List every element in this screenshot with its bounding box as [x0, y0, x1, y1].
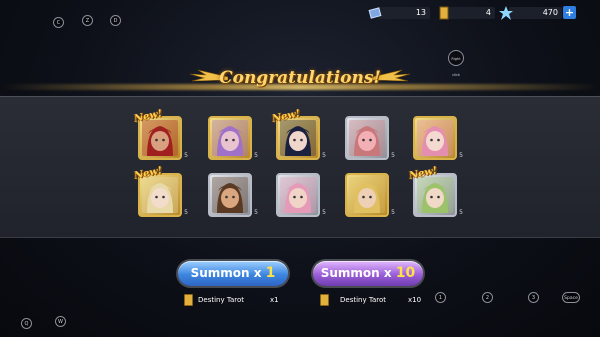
red-hooded-warrior-portrait: [142, 120, 178, 156]
card-star-level: 5: [391, 209, 395, 216]
summon-x1-cost: Destiny Tarot x1: [184, 294, 284, 306]
hotkey-right-click: Right click: [448, 50, 464, 77]
card-star-level: 5: [459, 209, 463, 216]
summon-x1-cost-qty: x1: [270, 296, 279, 304]
result-card[interactable]: 5 New!: [271, 108, 326, 160]
card-star-level: 5: [254, 152, 258, 159]
hotkey-c: C: [53, 17, 64, 28]
currency-tarot: 4: [437, 6, 495, 20]
summon-x10-cost: Destiny Tarot x10: [320, 294, 424, 306]
currency-ticket-value: 13: [415, 8, 426, 17]
summon-x10-button[interactable]: Summon x 10: [313, 261, 423, 286]
summon-x1-label: Summon x: [190, 266, 262, 280]
purple-haired-girl-portrait: [212, 120, 248, 156]
blonde-nun-portrait: [142, 177, 178, 213]
summon-x10-cost-qty: x10: [408, 296, 422, 304]
card-star-level: 5: [322, 209, 326, 216]
currency-ticket: 13: [368, 6, 430, 20]
hotkey-2: 2: [482, 292, 493, 303]
summon-x1-button[interactable]: Summon x 1: [178, 261, 288, 286]
blonde-eyepatch-woman-portrait: [349, 177, 385, 213]
result-card[interactable]: 5 New!: [133, 165, 188, 217]
result-card[interactable]: 5 New!: [408, 165, 463, 217]
cowboy-hat-man-portrait: [212, 177, 248, 213]
congratulations-title: Congratulations!: [219, 68, 381, 88]
add-currency-button[interactable]: +: [563, 6, 576, 19]
hotkey-z: Z: [82, 15, 93, 26]
ticket-icon: [368, 7, 382, 19]
card-star-level: 5: [322, 152, 326, 159]
pink-haired-goggles-girl-portrait: [280, 177, 316, 213]
currency-tarot-value: 4: [485, 8, 491, 17]
tarot-card-icon: [439, 6, 449, 20]
result-card[interactable]: 5 New!: [133, 108, 188, 160]
dark-haired-girl-portrait: [280, 120, 316, 156]
summon-x1-cost-item: Destiny Tarot: [198, 296, 244, 304]
result-card[interactable]: 5: [208, 116, 258, 160]
currency-star-value: 470: [542, 8, 558, 17]
card-star-level: 5: [184, 152, 188, 159]
summon-x1-count: 1: [265, 265, 276, 281]
hotkey-q: Q: [21, 318, 32, 329]
summon-x10-label: Summon x: [320, 266, 392, 280]
green-haired-girl-portrait: [417, 177, 453, 213]
result-card[interactable]: 5: [413, 116, 463, 160]
summon-x10-count: 10: [395, 265, 416, 281]
card-star-level: 5: [459, 152, 463, 159]
result-card[interactable]: 5: [345, 116, 395, 160]
star-icon: [499, 6, 513, 20]
currency-star: 470 +: [499, 6, 576, 20]
card-star-level: 5: [254, 209, 258, 216]
result-card[interactable]: 5: [208, 173, 258, 217]
hotkey-w: W: [55, 316, 66, 327]
card-star-level: 5: [391, 152, 395, 159]
pink-haired-girl-portrait: [417, 120, 453, 156]
pig-king-portrait: [349, 120, 385, 156]
hotkey-3: 3: [528, 292, 539, 303]
tarot-card-icon: [320, 294, 329, 306]
hotkey-space: Space: [562, 292, 580, 303]
result-card[interactable]: 5: [276, 173, 326, 217]
hotkey-1: 1: [435, 292, 446, 303]
tarot-card-icon: [184, 294, 193, 306]
summon-x10-cost-item: Destiny Tarot: [340, 296, 386, 304]
hotkey-d: D: [110, 15, 121, 26]
result-card[interactable]: 5: [345, 173, 395, 217]
card-star-level: 5: [184, 209, 188, 216]
